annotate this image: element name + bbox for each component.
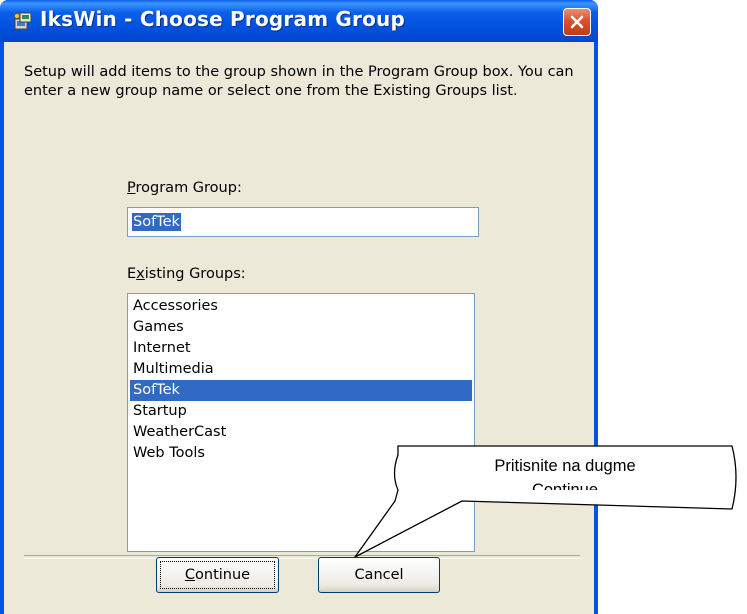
program-group-value: SofTek	[132, 213, 181, 231]
close-button[interactable]	[563, 8, 591, 36]
cancel-button[interactable]: Cancel	[318, 557, 440, 593]
program-group-label: Program Group:	[127, 180, 242, 196]
list-item[interactable]: Startup	[130, 401, 472, 422]
list-item[interactable]: Accessories	[130, 296, 472, 317]
close-icon	[570, 15, 584, 29]
window-title: IksWin - Choose Program Group	[40, 7, 405, 31]
existing-groups-label: Existing Groups:	[127, 266, 246, 282]
list-item[interactable]: WeatherCast	[130, 422, 472, 443]
continue-button[interactable]: Continue	[156, 557, 279, 593]
installer-icon	[12, 10, 34, 32]
list-item[interactable]: Internet	[130, 338, 472, 359]
intro-text: Setup will add items to the group shown …	[24, 64, 574, 99]
dialog-window: IksWin - Choose Program Group Setup will…	[0, 0, 598, 614]
existing-groups-list[interactable]: Accessories Games Internet Multimedia So…	[127, 293, 475, 552]
title-bar[interactable]: IksWin - Choose Program Group	[0, 0, 598, 42]
dialog-client-area: Setup will add items to the group shown …	[4, 42, 594, 614]
separator-line	[24, 555, 580, 559]
callout-text: Pritisnite na dugme Continue	[494, 457, 636, 490]
list-item[interactable]: Multimedia	[130, 359, 472, 380]
program-group-input[interactable]: SofTek	[127, 207, 479, 237]
list-item-selected[interactable]: SofTek	[130, 380, 472, 401]
list-item[interactable]: Games	[130, 317, 472, 338]
